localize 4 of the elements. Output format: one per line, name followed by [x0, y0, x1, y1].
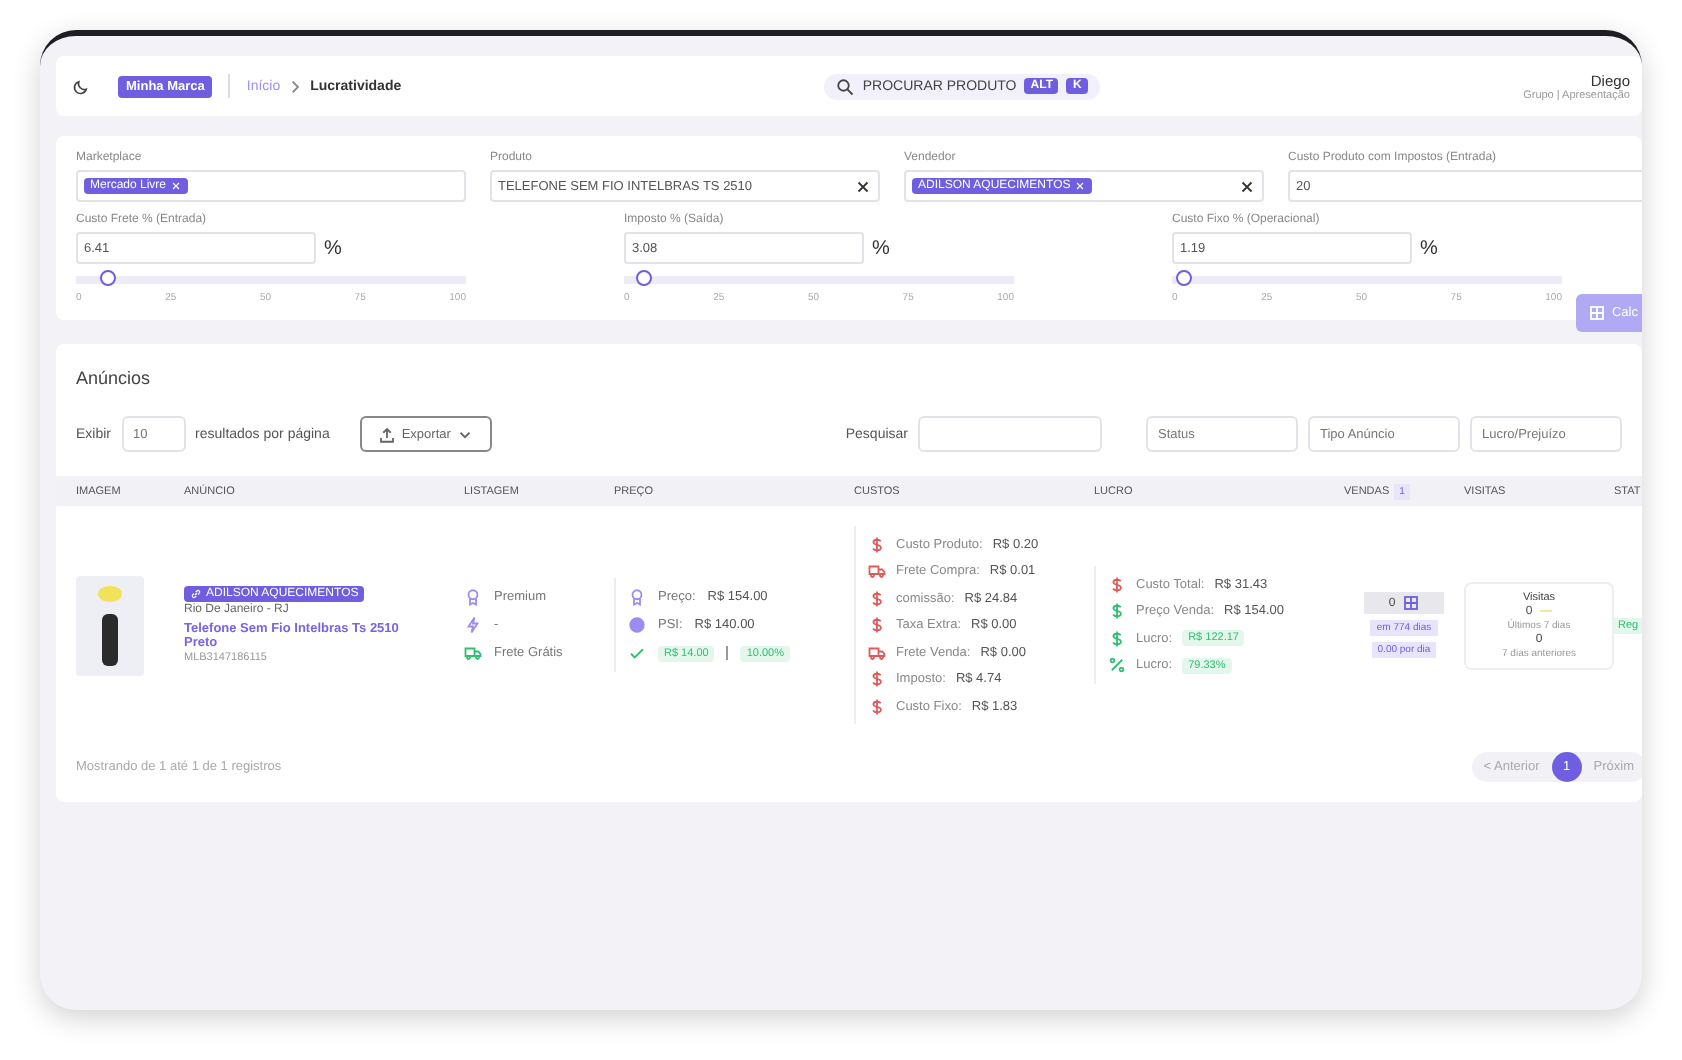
unit-label: %: [1420, 237, 1438, 259]
unit-label: %: [324, 237, 342, 259]
unit-label: %: [872, 237, 890, 259]
section-title: Anúncios: [76, 368, 153, 388]
